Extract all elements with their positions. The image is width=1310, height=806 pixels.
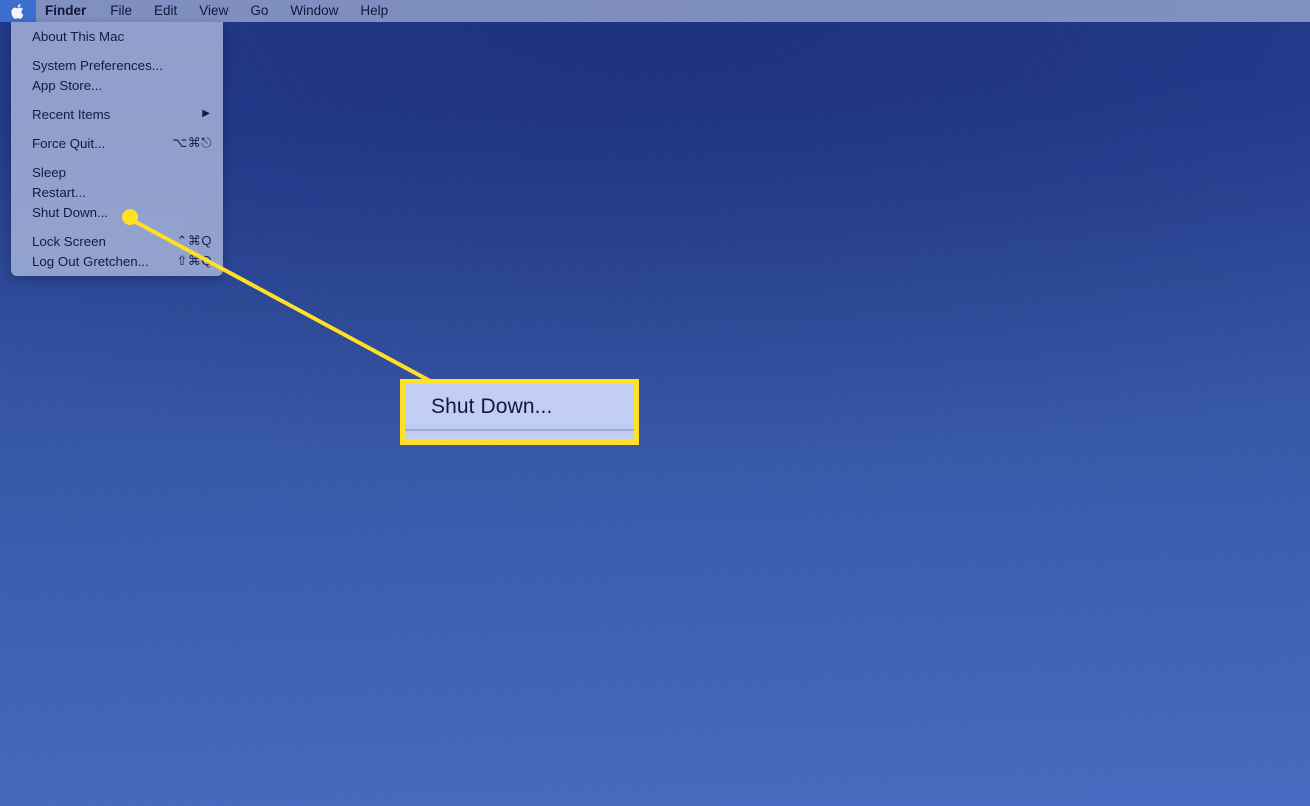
menubar-item-view[interactable]: View xyxy=(188,0,239,22)
menu-bar: Finder File Edit View Go Window Help xyxy=(0,0,1310,22)
desktop-screen: Finder File Edit View Go Window Help Abo… xyxy=(0,0,1310,806)
menu-item-lock-screen[interactable]: Lock Screen ⌃⌘Q xyxy=(11,231,223,251)
menu-item-label: System Preferences... xyxy=(32,57,163,73)
menu-item-label: App Store... xyxy=(32,77,103,93)
menu-separator xyxy=(11,50,223,51)
menu-item-label: Lock Screen xyxy=(32,233,106,249)
menu-item-log-out[interactable]: Log Out Gretchen... ⇧⌘Q xyxy=(11,251,223,271)
menu-item-about-this-mac[interactable]: About This Mac xyxy=(11,26,223,46)
menu-item-force-quit[interactable]: Force Quit... ⌥⌘⎋ xyxy=(11,133,223,153)
menu-item-label: About This Mac xyxy=(32,28,125,44)
menu-item-sleep[interactable]: Sleep xyxy=(11,162,223,182)
menu-separator xyxy=(11,128,223,129)
menu-item-label: Recent Items xyxy=(32,106,111,122)
menubar-item-help[interactable]: Help xyxy=(349,0,399,22)
menu-separator xyxy=(11,99,223,100)
chevron-right-icon: ▶ xyxy=(202,108,210,119)
menubar-item-go[interactable]: Go xyxy=(239,0,279,22)
menu-separator xyxy=(11,226,223,227)
menubar-item-file[interactable]: File xyxy=(99,0,143,22)
callout-inner-panel: Shut Down... xyxy=(405,384,634,440)
menubar-item-finder[interactable]: Finder xyxy=(36,0,99,22)
menu-item-label: Force Quit... xyxy=(32,135,106,151)
menu-item-restart[interactable]: Restart... xyxy=(11,182,223,202)
apple-logo-icon xyxy=(10,3,23,19)
menu-item-recent-items[interactable]: Recent Items ▶ xyxy=(11,104,223,124)
menu-item-shut-down[interactable]: Shut Down... xyxy=(11,202,223,222)
menu-item-shortcut: ⌃⌘Q xyxy=(176,233,212,248)
menu-item-label: Shut Down... xyxy=(32,204,109,220)
apple-menu-dropdown: About This Mac System Preferences... App… xyxy=(11,22,223,276)
menu-item-label: Restart... xyxy=(32,184,86,200)
menubar-item-edit[interactable]: Edit xyxy=(143,0,188,22)
callout-box: Shut Down... xyxy=(400,379,639,445)
menu-item-label: Log Out Gretchen... xyxy=(32,253,149,269)
callout-label: Shut Down... xyxy=(431,395,553,418)
menu-separator xyxy=(11,157,223,158)
menu-item-shortcut: ⇧⌘Q xyxy=(176,253,212,268)
callout-divider xyxy=(405,429,634,431)
apple-menu-button[interactable] xyxy=(0,0,36,22)
menu-item-system-preferences[interactable]: System Preferences... xyxy=(11,55,223,75)
menu-item-shortcut: ⌥⌘⎋ xyxy=(172,135,212,150)
menu-item-app-store[interactable]: App Store... xyxy=(11,75,223,95)
menu-item-label: Sleep xyxy=(32,164,67,180)
menubar-item-window[interactable]: Window xyxy=(279,0,349,22)
